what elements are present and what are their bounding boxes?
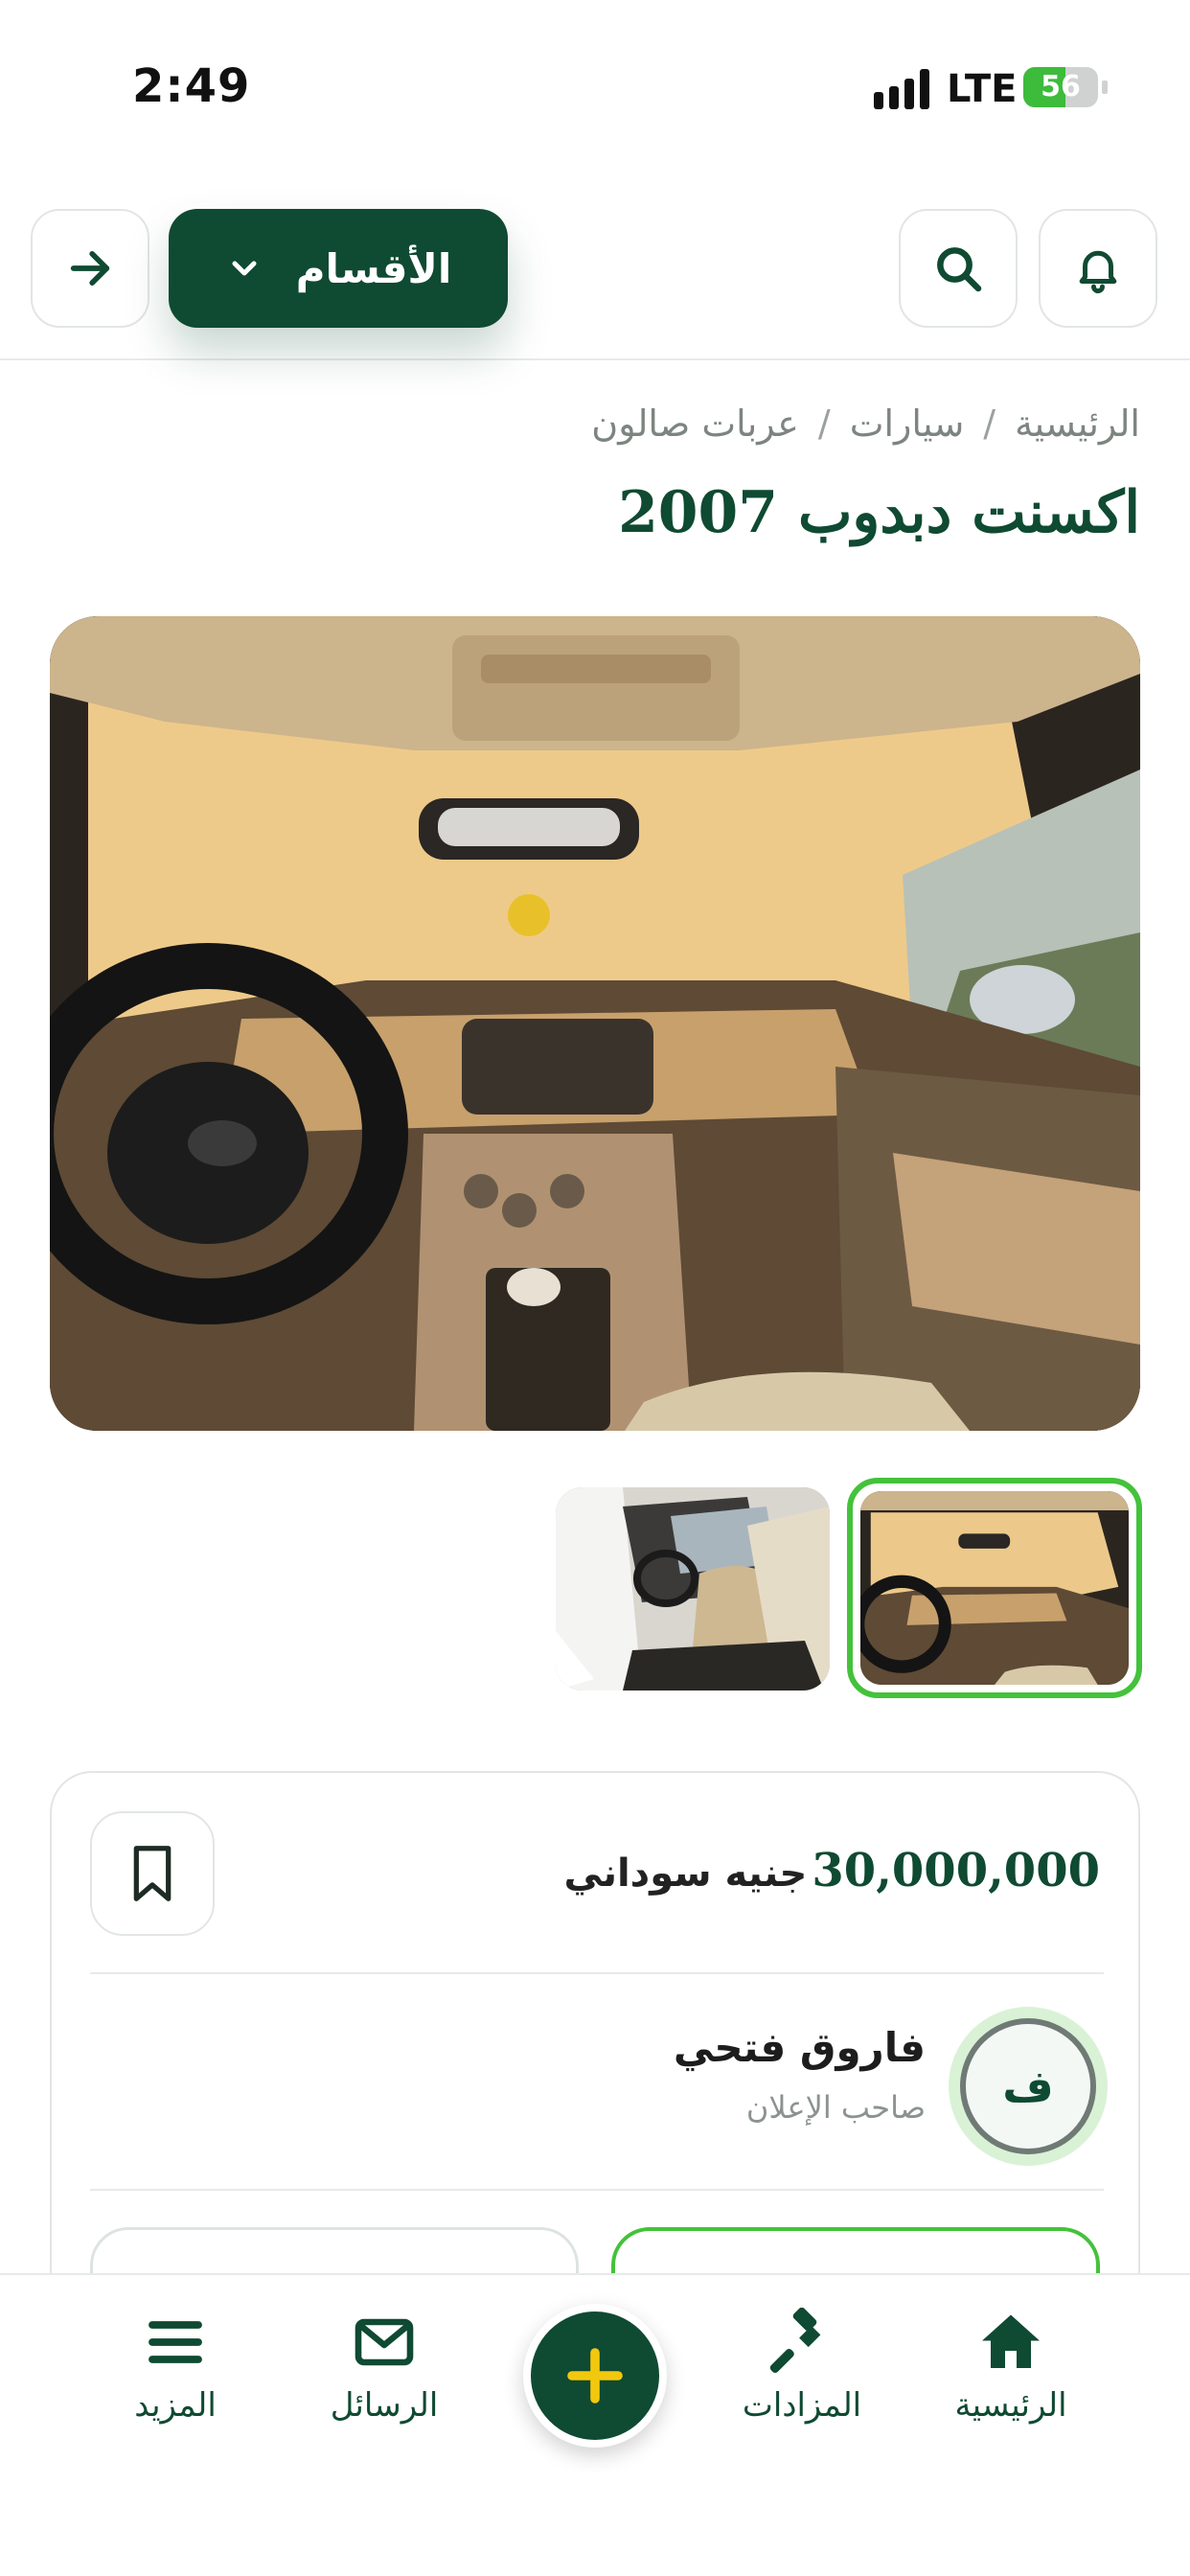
- nav-home[interactable]: الرئيسية: [920, 2308, 1102, 2425]
- nav-messages[interactable]: الرسائل: [293, 2308, 475, 2425]
- gavel-icon: [769, 2308, 821, 2374]
- breadcrumb: الرئيسية / سيارات / عربات صالون: [591, 402, 1140, 445]
- thumbnail-2[interactable]: [556, 1487, 830, 1690]
- plus-icon: [567, 2348, 623, 2404]
- battery-level: 56: [1041, 70, 1081, 104]
- top-header: الأقسام: [0, 163, 1190, 360]
- notifications-button[interactable]: [1039, 209, 1157, 328]
- nav-more[interactable]: المزيد: [84, 2308, 266, 2425]
- nav-auctions[interactable]: المزادات: [711, 2308, 893, 2425]
- price-currency: جنيه سوداني: [563, 1852, 808, 1896]
- battery-cap: [1102, 80, 1108, 94]
- nav-auctions-label: المزادات: [742, 2386, 862, 2425]
- arrow-right-icon: [70, 251, 110, 286]
- nav-home-label: الرئيسية: [954, 2386, 1067, 2425]
- add-listing-button[interactable]: [523, 2304, 667, 2448]
- search-button[interactable]: [899, 209, 1018, 328]
- bookmark-button[interactable]: [90, 1811, 215, 1936]
- categories-label: الأقسام: [295, 244, 452, 292]
- status-bar: 2:49 LTE 56: [0, 0, 1190, 163]
- price: 30,000,000 جنيه سوداني: [563, 1844, 1100, 1898]
- seller-avatar[interactable]: ف: [960, 2018, 1096, 2154]
- divider: [90, 2189, 1104, 2191]
- breadcrumb-saloon[interactable]: عربات صالون: [591, 402, 799, 445]
- listing-screen: 2:49 LTE 56 الأقسام الرئيسية/سيارات/عربا…: [0, 0, 1190, 2576]
- bookmark-icon: [133, 1846, 172, 1901]
- categories-button[interactable]: الأقسام: [169, 209, 508, 328]
- chevron-down-icon: [232, 261, 257, 276]
- seller-name[interactable]: فاروق فتحي: [674, 2024, 926, 2071]
- breadcrumb-separator: /: [817, 402, 831, 445]
- status-time: 2:49: [132, 59, 251, 113]
- main-car-photo[interactable]: [50, 616, 1140, 1431]
- car-interior-dashboard-photo: [50, 616, 1140, 1431]
- car-interior-dashboard-thumbnail: [860, 1491, 1129, 1685]
- breadcrumb-home[interactable]: الرئيسية: [1015, 402, 1140, 445]
- signal-icon: [874, 69, 931, 109]
- thumbnail-1[interactable]: [847, 1478, 1142, 1698]
- seller-role: صاحب الإعلان: [745, 2089, 926, 2126]
- home-indicator-area: [0, 2472, 1190, 2576]
- nav-messages-label: الرسائل: [330, 2386, 439, 2425]
- listing-title: اكسنت دبدوب 2007: [618, 479, 1140, 546]
- divider: [90, 1972, 1104, 1974]
- bell-icon: [1079, 250, 1117, 294]
- battery-icon: 56: [1023, 67, 1098, 107]
- car-interior-door-open-thumbnail: [556, 1487, 830, 1690]
- home-icon: [982, 2314, 1040, 2368]
- back-button[interactable]: [31, 209, 149, 328]
- search-icon: [937, 247, 982, 292]
- nav-more-label: المزيد: [134, 2386, 217, 2425]
- menu-icon: [149, 2321, 202, 2363]
- breadcrumb-separator: /: [983, 402, 996, 445]
- mail-icon: [355, 2318, 414, 2366]
- price-amount: 30,000,000: [812, 1844, 1100, 1898]
- network-label: LTE: [947, 67, 1018, 111]
- breadcrumb-cars[interactable]: سيارات: [850, 402, 965, 445]
